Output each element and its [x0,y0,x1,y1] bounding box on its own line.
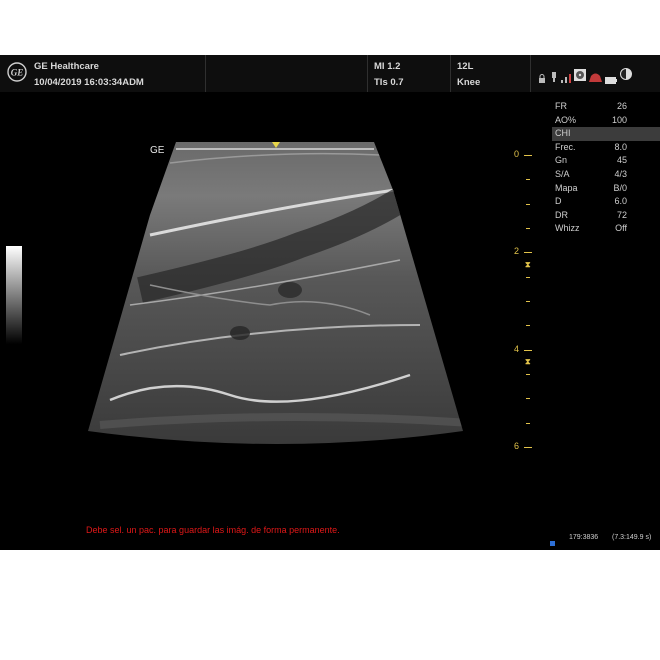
param-row: Frec. 8.0 [552,141,660,155]
battery-icon [605,71,617,89]
orientation-marker-label: GE [150,145,165,156]
param-value: B/0 [613,182,627,193]
param-label: Mapa [555,182,578,193]
depth-tick [524,447,532,448]
depth-scale: 0 2 4 6 ⧗ ⧗ [500,55,550,550]
printer-icon [589,69,602,87]
param-row: AO% 100 [552,114,660,128]
param-value: 4/3 [614,168,627,179]
param-row: D 6.0 [552,195,660,209]
imaging-parameters-panel: FR 26 AO% 100 CHI Frec. 8.0 Gn 45 S/A 4/3 Mapa B/0 D 6… [552,100,660,236]
depth-tick [526,203,530,205]
param-label: Frec. [555,141,576,152]
depth-tick [526,325,530,327]
param-row: Mapa B/0 [552,182,660,196]
depth-tick [526,276,530,278]
depth-tick [526,422,530,424]
depth-label: 2 [514,246,520,257]
depth-tick [526,228,530,229]
param-row: Gn 45 [552,154,660,168]
network-icon [561,70,571,88]
param-row: FR 26 [552,100,660,114]
param-label: S/A [555,168,570,179]
param-label: CHI [555,128,571,139]
focal-zone-marker-icon: ⧗ [525,259,531,269]
cine-frame-counter: 179:3836 [569,534,599,541]
dvd-icon [574,68,586,86]
param-label: D [555,196,562,207]
contrast-icon [620,67,632,85]
probe-icon [550,69,558,87]
param-value: 26 [616,101,627,111]
depth-tick [526,374,530,375]
depth-tick [526,301,530,302]
param-row: Whizz Off [552,222,660,236]
depth-tick [524,155,532,156]
depth-tick [524,349,532,351]
param-row: DR 72 [552,209,660,223]
focal-zone-marker-icon: ⧗ [525,356,531,366]
depth-tick [524,252,532,254]
param-value: 72 [616,209,627,220]
depth-label: 4 [514,343,520,354]
ultrasound-image [88,142,463,444]
param-value: 45 [616,155,627,166]
param-value: 6.0 [614,196,627,207]
param-value: 8.0 [614,141,627,152]
param-row: CHI [552,127,660,141]
depth-tick [526,398,530,400]
param-label: Whizz [555,223,580,234]
depth-label: 6 [514,441,520,451]
param-label: FR [555,101,567,111]
param-row: S/A 4/3 [552,168,660,182]
param-label: Gn [555,155,568,166]
depth-label: 0 [514,149,520,159]
ultrasound-screen: GE GE Healthcare 10/04/2019 16:03:34ADM … [0,55,660,550]
param-label: DR [555,209,568,220]
cine-time-readout: (7.3:149.9 s) [612,534,652,541]
patient-warning-message: Debe sel. un pac. para guardar las imág.… [86,525,340,535]
depth-tick [526,179,530,181]
param-value: 100 [611,114,627,125]
param-value: Off [615,223,627,234]
cine-position-marker [550,541,555,546]
param-label: AO% [555,114,577,125]
